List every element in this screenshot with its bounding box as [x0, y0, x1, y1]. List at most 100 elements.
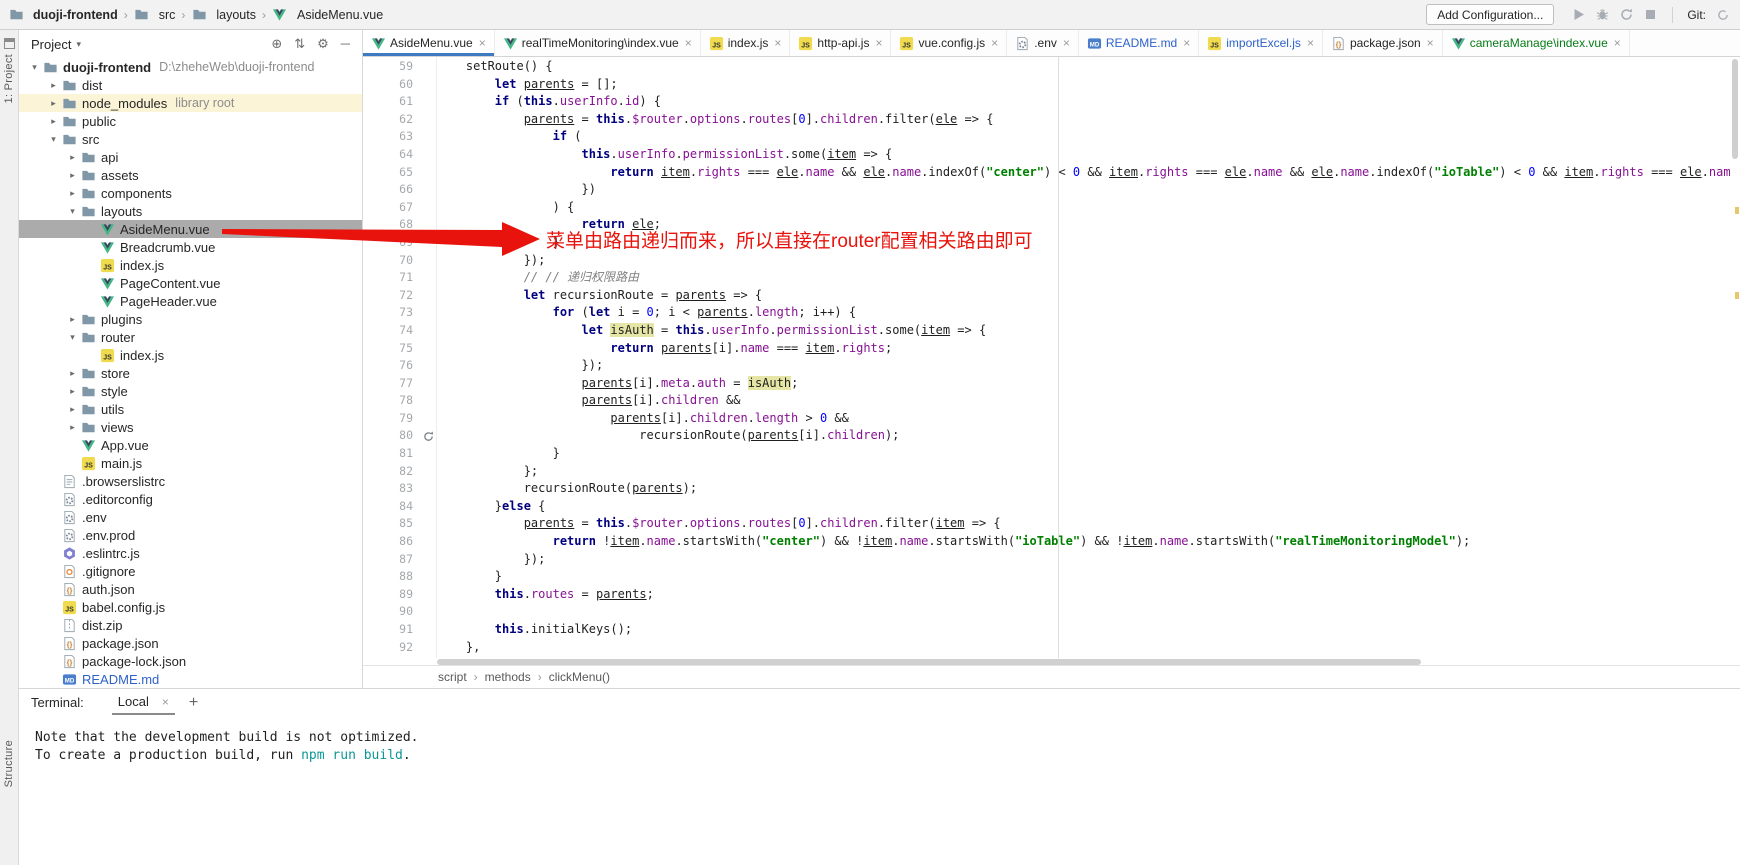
tree-item[interactable]: .env.prod	[19, 526, 362, 544]
line-number[interactable]: 82	[363, 463, 420, 481]
new-terminal-button[interactable]: +	[189, 694, 198, 712]
vcs-update-icon[interactable]	[1715, 7, 1730, 22]
editor-tab[interactable]: JSimportExcel.js×	[1199, 30, 1323, 56]
chevron-right-icon[interactable]: ▸	[65, 170, 80, 181]
tree-item[interactable]: PageContent.vue	[19, 274, 362, 292]
editor-tab[interactable]: .env×	[1007, 30, 1079, 56]
run-icon[interactable]	[1571, 7, 1586, 22]
tree-item[interactable]: ▸public	[19, 112, 362, 130]
debug-icon[interactable]	[1595, 7, 1610, 22]
chevron-right-icon[interactable]: ▸	[65, 152, 80, 163]
close-icon[interactable]: ×	[774, 37, 781, 49]
terminal-output[interactable]: Note that the development build is not o…	[19, 716, 1740, 765]
line-number[interactable]: 63	[363, 128, 420, 146]
tree-item[interactable]: {}package.json	[19, 634, 362, 652]
tree-item[interactable]: ▸style	[19, 382, 362, 400]
line-number[interactable]: 87	[363, 551, 420, 569]
line-number[interactable]: 86	[363, 533, 420, 551]
tree-item[interactable]: .env	[19, 508, 362, 526]
chevron-right-icon[interactable]: ▸	[65, 188, 80, 199]
editor-tab[interactable]: MDREADME.md×	[1079, 30, 1199, 56]
tree-item[interactable]: .editorconfig	[19, 490, 362, 508]
tree-item[interactable]: ▸store	[19, 364, 362, 382]
code-editor[interactable]: 59 setRoute() {60 let parents = [];61 if…	[363, 57, 1730, 658]
close-icon[interactable]: ×	[1307, 37, 1314, 49]
breadcrumb-item[interactable]: AsideMenu.vue	[272, 7, 383, 23]
chevron-right-icon[interactable]: ▸	[46, 98, 61, 109]
chevron-down-icon[interactable]: ▾	[65, 332, 80, 343]
line-number[interactable]: 88	[363, 568, 420, 586]
close-icon[interactable]: ×	[162, 696, 169, 708]
line-number[interactable]: 84	[363, 498, 420, 516]
line-number[interactable]: 89	[363, 586, 420, 604]
chevron-down-icon[interactable]: ▾	[27, 62, 42, 73]
toolwindow-project-button[interactable]: 1: Project	[0, 38, 18, 103]
line-number[interactable]: 66	[363, 181, 420, 199]
chevron-down-icon[interactable]: ▾	[65, 206, 80, 217]
editor-tab[interactable]: cameraManage\index.vue×	[1443, 30, 1630, 56]
scrollbar-thumb[interactable]	[1732, 59, 1738, 159]
close-icon[interactable]: ×	[1063, 37, 1070, 49]
project-view-selector[interactable]: Project ▾	[31, 37, 81, 52]
line-number[interactable]: 79	[363, 410, 420, 428]
tree-item[interactable]: ▾src	[19, 130, 362, 148]
line-number[interactable]: 65	[363, 164, 420, 182]
tree-item[interactable]: ▸plugins	[19, 310, 362, 328]
breadcrumb-item[interactable]: layouts	[191, 7, 256, 23]
chevron-right-icon[interactable]: ▸	[65, 368, 80, 379]
editor-tab[interactable]: {}package.json×	[1323, 30, 1443, 56]
tree-item[interactable]: App.vue	[19, 436, 362, 454]
tree-item[interactable]: ▸api	[19, 148, 362, 166]
tree-item[interactable]: ▸components	[19, 184, 362, 202]
close-icon[interactable]: ×	[875, 37, 882, 49]
chevron-right-icon[interactable]: ▸	[65, 422, 80, 433]
scroll-to-source-icon[interactable]: ⇅	[294, 36, 305, 52]
line-number[interactable]: 85	[363, 515, 420, 533]
line-number[interactable]: 64	[363, 146, 420, 164]
line-number[interactable]: 71	[363, 269, 420, 287]
chevron-right-icon[interactable]: ▸	[65, 314, 80, 325]
editor-tab[interactable]: realTimeMonitoring\index.vue×	[495, 30, 701, 56]
line-number[interactable]: 72	[363, 287, 420, 305]
tree-item[interactable]: {}package-lock.json	[19, 652, 362, 670]
editor-breadcrumb-item[interactable]: methods	[485, 670, 531, 684]
gear-icon[interactable]: ⚙	[317, 36, 329, 52]
tree-item[interactable]: JSbabel.config.js	[19, 598, 362, 616]
line-number[interactable]: 76	[363, 357, 420, 375]
line-number[interactable]: 91	[363, 621, 420, 639]
tree-item[interactable]: .gitignore	[19, 562, 362, 580]
line-number[interactable]: 60	[363, 76, 420, 94]
chevron-right-icon[interactable]: ▸	[65, 404, 80, 415]
breadcrumb-item[interactable]: duoji-frontend	[8, 7, 118, 23]
close-icon[interactable]: ×	[1614, 37, 1621, 49]
editor-breadcrumb-item[interactable]: clickMenu()	[549, 670, 610, 684]
update-project-icon[interactable]	[1619, 7, 1634, 22]
close-icon[interactable]: ×	[1183, 37, 1190, 49]
add-configuration-button[interactable]: Add Configuration...	[1426, 4, 1554, 25]
tree-item[interactable]: .eslintrc.js	[19, 544, 362, 562]
line-number[interactable]: 77	[363, 375, 420, 393]
tree-item[interactable]: PageHeader.vue	[19, 292, 362, 310]
line-number[interactable]: 67	[363, 199, 420, 217]
tree-item[interactable]: MDREADME.md	[19, 670, 362, 688]
editor-tab[interactable]: AsideMenu.vue×	[363, 30, 495, 56]
tree-item[interactable]: ▾router	[19, 328, 362, 346]
chevron-right-icon[interactable]: ▸	[46, 116, 61, 127]
line-number[interactable]: 62	[363, 111, 420, 129]
tree-item[interactable]: .browserslistrc	[19, 472, 362, 490]
line-number[interactable]: 74	[363, 322, 420, 340]
terminal-tab-local[interactable]: Local ×	[112, 690, 175, 715]
chevron-down-icon[interactable]: ▾	[46, 134, 61, 145]
line-number[interactable]: 69	[363, 234, 420, 252]
tree-item[interactable]: JSmain.js	[19, 454, 362, 472]
line-number[interactable]: 81	[363, 445, 420, 463]
toolwindow-structure-button[interactable]: Structure	[0, 740, 18, 787]
line-number[interactable]: 61	[363, 93, 420, 111]
tree-item[interactable]: ▸node_moduleslibrary root	[19, 94, 362, 112]
tree-item[interactable]: JSindex.js	[19, 256, 362, 274]
tree-item[interactable]: ▾duoji-frontendD:\zheheWeb\duoji-fronten…	[19, 58, 362, 76]
line-number[interactable]: 70	[363, 252, 420, 270]
locate-file-icon[interactable]: ⊕	[271, 36, 282, 52]
line-number[interactable]: 83	[363, 480, 420, 498]
hide-panel-icon[interactable]: ─	[341, 36, 350, 52]
